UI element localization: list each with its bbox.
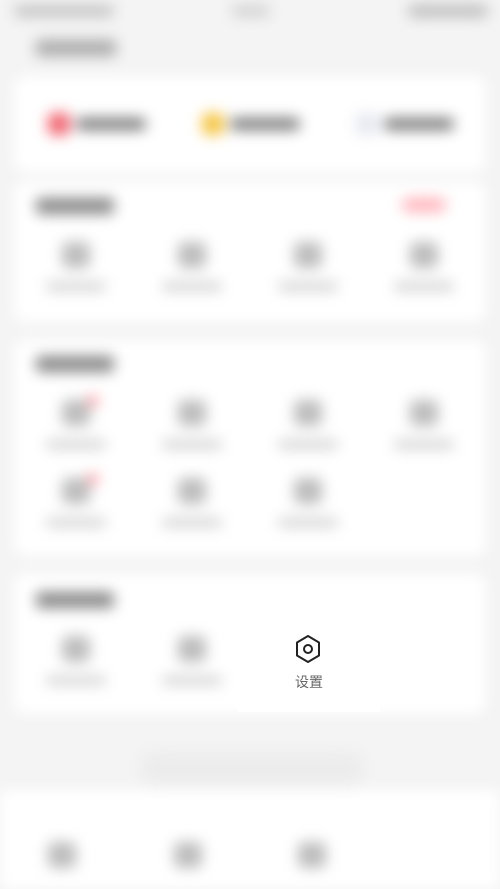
grid-item [268, 478, 348, 540]
grid-item [36, 396, 116, 462]
grid-item [384, 242, 464, 304]
section-title-2 [36, 356, 114, 372]
settings-label: 设置 [295, 675, 323, 691]
grid-item [152, 400, 232, 462]
blurred-pill-bar [140, 752, 364, 786]
section-1-tag [402, 198, 446, 212]
page-title-placeholder [36, 40, 116, 56]
quick-action-1 [48, 110, 158, 136]
grid-item [36, 474, 116, 540]
settings-button[interactable]: 设置 [238, 616, 380, 712]
grid-item [152, 636, 232, 698]
grid-item [36, 242, 116, 304]
grid-item [268, 242, 348, 304]
quick-action-2 [202, 110, 312, 136]
grid-item [272, 842, 352, 889]
section-title-3 [36, 592, 114, 608]
quick-action-3 [356, 110, 466, 136]
grid-item [152, 242, 232, 304]
section-title-1 [36, 198, 114, 214]
grid-item [384, 400, 464, 462]
grid-item [36, 636, 116, 698]
status-bar [0, 0, 500, 26]
blurred-background-ui [0, 0, 500, 889]
settings-icon [296, 635, 320, 663]
grid-item [268, 400, 348, 462]
grid-item [22, 842, 102, 889]
grid-item [148, 842, 228, 889]
grid-item [152, 478, 232, 540]
